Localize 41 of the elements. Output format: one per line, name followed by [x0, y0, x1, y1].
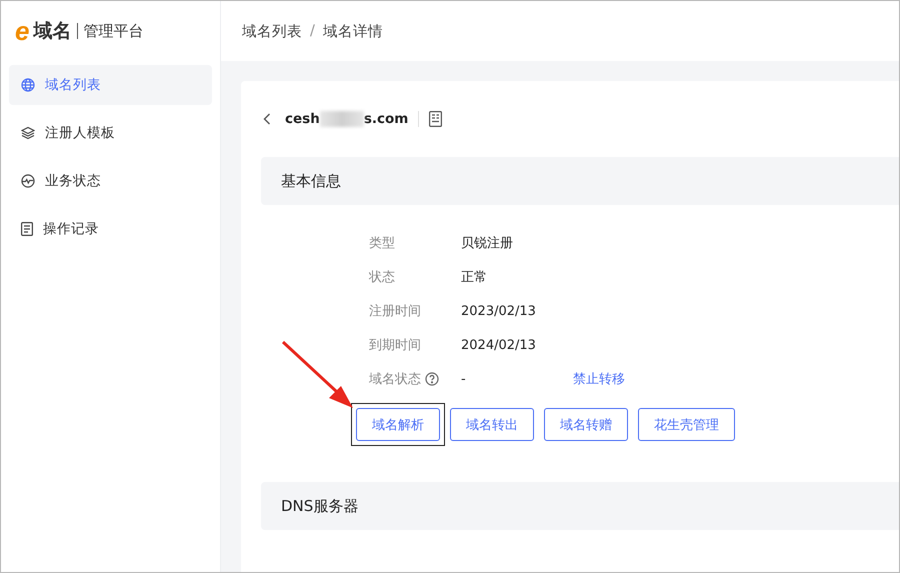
layers-icon	[21, 126, 35, 140]
info-value: 贝锐注册	[461, 235, 514, 252]
sidebar-item-label: 操作记录	[43, 220, 99, 238]
sidebar-item[interactable]: 业务状态	[9, 161, 212, 201]
breadcrumb-item[interactable]: 域名详情	[322, 22, 383, 40]
section-title: DNS服务器	[281, 496, 358, 516]
back-icon[interactable]	[263, 113, 271, 125]
help-icon[interactable]	[425, 372, 439, 386]
action-button[interactable]: 花生壳管理	[638, 408, 735, 441]
action-button[interactable]: 域名转出	[450, 408, 534, 441]
logo-name: 域名	[33, 19, 72, 44]
domain-name-start: cesh	[285, 111, 320, 127]
info-label: 到期时间	[369, 337, 421, 354]
action-button[interactable]: 域名解析	[356, 408, 440, 441]
document-icon[interactable]	[429, 111, 442, 127]
logo-mark: e	[15, 18, 30, 44]
sidebar-item-label: 域名列表	[45, 76, 101, 94]
info-label: 域名状态	[369, 371, 421, 388]
info-label: 状态	[369, 269, 395, 286]
pointer-arrow	[282, 340, 353, 408]
sidebar-item-label: 注册人模板	[45, 124, 115, 142]
globe-icon	[21, 78, 35, 92]
sidebar-item[interactable]: 域名列表	[9, 65, 212, 105]
pulse-icon	[21, 174, 35, 188]
info-value: -	[461, 372, 467, 386]
info-value: 2023/02/13	[461, 304, 537, 318]
action-button[interactable]: 域名转赠	[544, 408, 628, 441]
breadcrumb-item[interactable]: 域名列表	[242, 22, 302, 40]
info-link[interactable]: 禁止转移	[573, 370, 625, 388]
document-icon	[21, 222, 33, 236]
info-value: 正常	[461, 269, 488, 286]
section-title: 基本信息	[281, 172, 341, 190]
sidebar-item-label: 业务状态	[45, 172, 101, 190]
sidebar-item[interactable]: 操作记录	[9, 209, 212, 249]
logo-subtitle: 管理平台	[77, 23, 144, 39]
sidebar-item[interactable]: 注册人模板	[9, 113, 212, 153]
domain-name-end: s.com	[364, 111, 408, 127]
info-value: 2024/02/13	[461, 338, 537, 352]
info-label: 类型	[369, 235, 395, 252]
breadcrumb-separator: /	[310, 23, 315, 39]
info-label: 注册时间	[369, 303, 421, 320]
